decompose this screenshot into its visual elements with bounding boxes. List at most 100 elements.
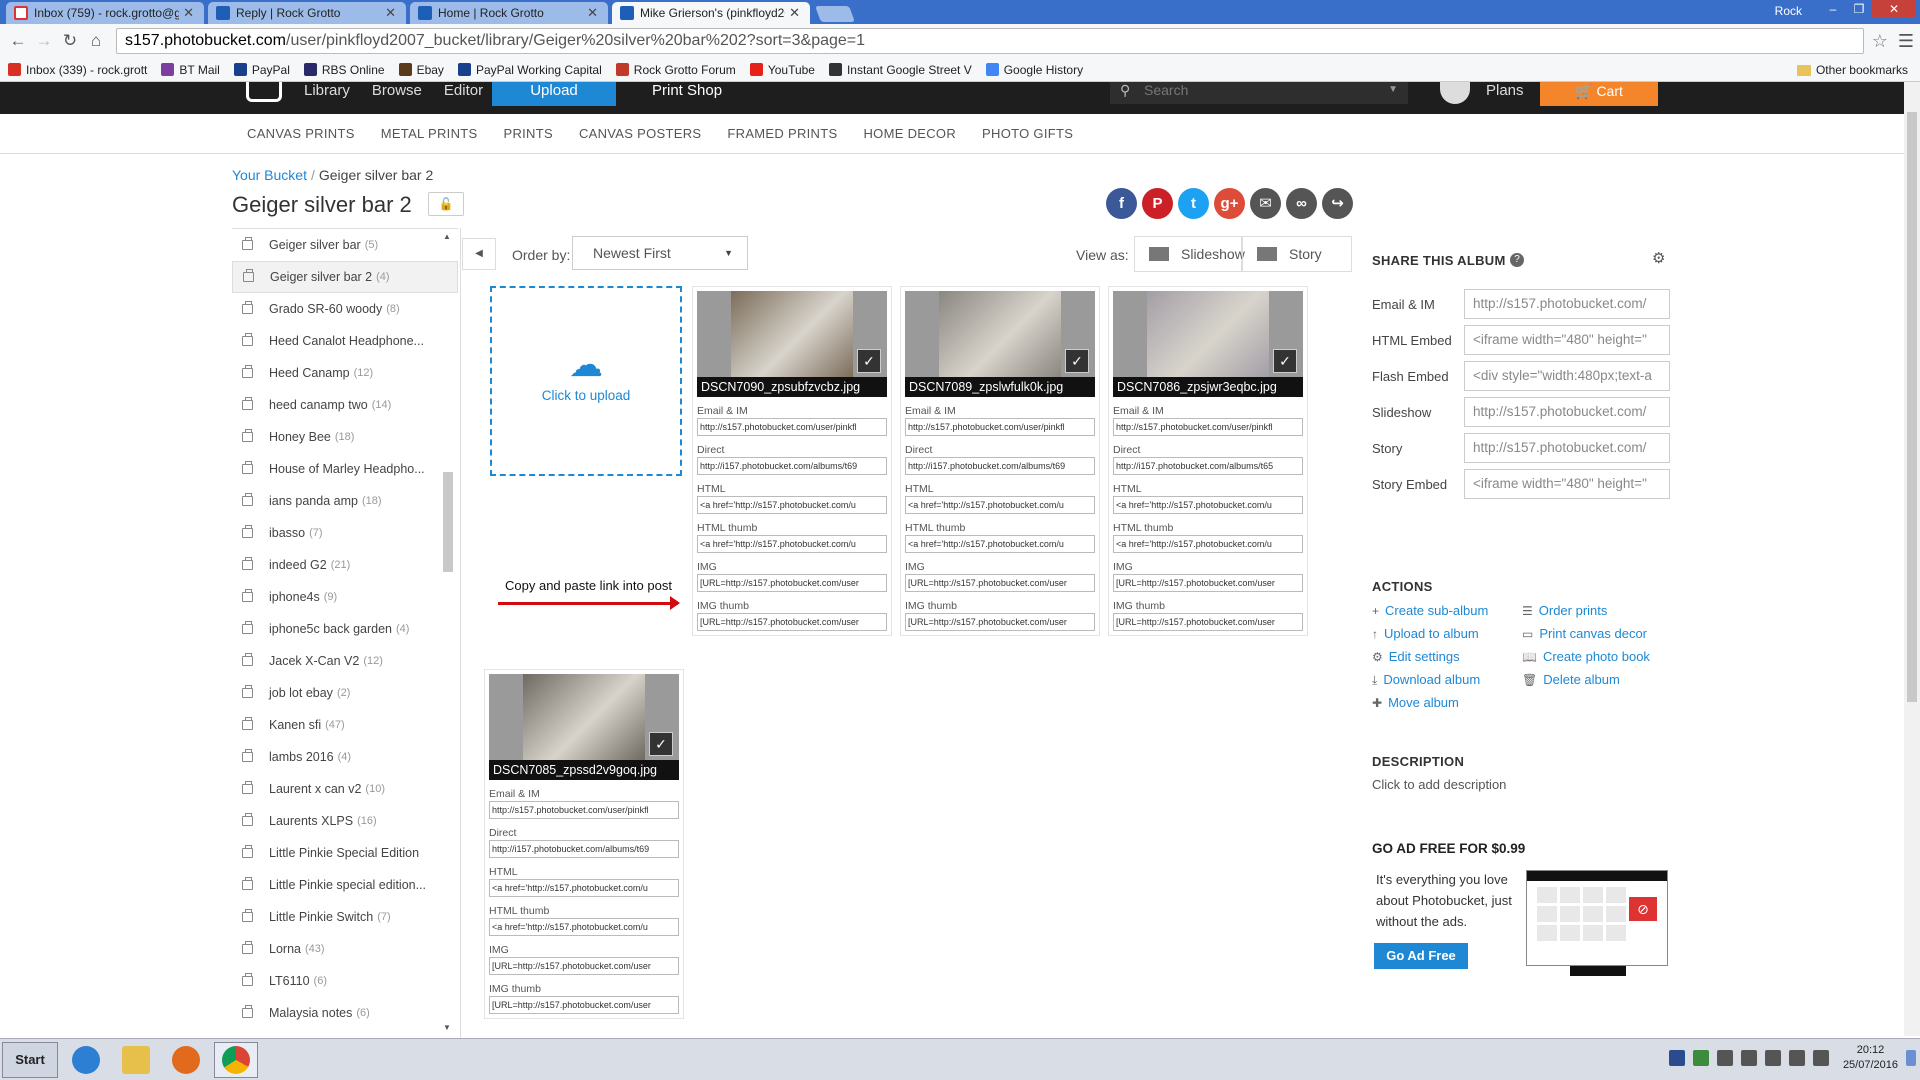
- album-list-item[interactable]: Laurents XLPS (16): [232, 805, 458, 837]
- link-field-input[interactable]: http://s157.photobucket.com/user/pinkfl: [1113, 418, 1303, 436]
- album-list-item[interactable]: Jacek X-Can V2 (12): [232, 645, 458, 677]
- forward-arrow-icon[interactable]: →: [32, 31, 56, 51]
- tray-device-icon[interactable]: [1764, 1050, 1781, 1066]
- album-list-item[interactable]: Laurent x can v2 (10): [232, 773, 458, 805]
- page-scrollbar-thumb[interactable]: [1907, 112, 1917, 702]
- unlock-icon[interactable]: 🔓: [428, 192, 464, 216]
- share-icon[interactable]: ↪: [1322, 188, 1353, 219]
- bookmark-item[interactable]: BT Mail: [161, 63, 220, 77]
- nav-browse[interactable]: Browse: [372, 82, 422, 99]
- album-list-item[interactable]: Geiger silver bar (5): [232, 229, 458, 261]
- start-button[interactable]: Start: [2, 1041, 58, 1078]
- google-plus-icon[interactable]: g+: [1214, 188, 1245, 219]
- link-field-input[interactable]: <a href='http://s157.photobucket.com/u: [1113, 496, 1303, 514]
- link-field-input[interactable]: [URL=http://s157.photobucket.com/user: [489, 957, 679, 975]
- album-list-item[interactable]: LT6110 (6): [232, 965, 458, 997]
- link-icon[interactable]: ∞: [1286, 188, 1317, 219]
- album-list-item[interactable]: Malaysia notes (6): [232, 997, 458, 1029]
- photobucket-logo[interactable]: [246, 82, 282, 102]
- link-field-input[interactable]: [URL=http://s157.photobucket.com/user: [1113, 613, 1303, 631]
- bookmark-star-icon[interactable]: ☆: [1872, 31, 1888, 52]
- bookmark-item[interactable]: PayPal Working Capital: [457, 63, 602, 77]
- album-list-item[interactable]: Little Pinkie Switch (7): [232, 901, 458, 933]
- link-field-input[interactable]: [URL=http://s157.photobucket.com/user: [697, 613, 887, 631]
- tab-close-icon[interactable]: ✕: [587, 5, 598, 21]
- link-field-input[interactable]: [URL=http://s157.photobucket.com/user: [905, 613, 1095, 631]
- browser-tab[interactable]: Mike Grierson's (pinkfloyd20 ✕: [612, 2, 810, 24]
- twitter-icon[interactable]: t: [1178, 188, 1209, 219]
- go-ad-free-button[interactable]: Go Ad Free: [1374, 943, 1468, 969]
- album-list-item[interactable]: Little Pinkie Special Edition: [232, 837, 458, 869]
- page-scrollbar[interactable]: [1904, 82, 1920, 1036]
- download-album-link[interactable]: ⤓ Download album: [1372, 672, 1480, 688]
- bookmark-item[interactable]: Instant Google Street V: [828, 63, 972, 77]
- share-code-input[interactable]: http://s157.photobucket.com/: [1464, 433, 1670, 463]
- album-list-item[interactable]: Lorna (43): [232, 933, 458, 965]
- subnav-item[interactable]: HOME DECOR: [863, 126, 956, 141]
- edit-settings-link[interactable]: ⚙ Edit settings: [1372, 649, 1460, 664]
- upload-dropzone[interactable]: ☁ Click to upload: [490, 286, 682, 476]
- link-field-input[interactable]: [URL=http://s157.photobucket.com/user: [489, 996, 679, 1014]
- subnav-item[interactable]: PRINTS: [503, 126, 552, 141]
- pinterest-icon[interactable]: P: [1142, 188, 1173, 219]
- link-field-input[interactable]: <a href='http://s157.photobucket.com/u: [697, 496, 887, 514]
- select-check-icon[interactable]: ✓: [857, 349, 881, 373]
- photo-thumbnail[interactable]: DSCN7090_zpsubfzvcbz.jpg ✓: [697, 291, 887, 397]
- chrome-icon[interactable]: [214, 1041, 258, 1078]
- select-check-icon[interactable]: ✓: [649, 732, 673, 756]
- print-canvas-decor-link[interactable]: ▭ Print canvas decor: [1522, 626, 1647, 641]
- clock[interactable]: 20:12 25/07/2016: [1843, 1043, 1898, 1073]
- select-check-icon[interactable]: ✓: [1273, 349, 1297, 373]
- collapse-sidebar-button[interactable]: ◀: [462, 238, 496, 270]
- subnav-item[interactable]: METAL PRINTS: [381, 126, 478, 141]
- email-icon[interactable]: ✉: [1250, 188, 1281, 219]
- order-by-select[interactable]: Newest First ▼: [572, 236, 748, 270]
- link-field-input[interactable]: http://i157.photobucket.com/albums/t69: [697, 457, 887, 475]
- add-description-link[interactable]: Click to add description: [1372, 777, 1506, 792]
- explorer-folder-icon[interactable]: [114, 1042, 158, 1078]
- select-check-icon[interactable]: ✓: [1065, 349, 1089, 373]
- tab-close-icon[interactable]: ✕: [385, 5, 396, 21]
- new-tab-button[interactable]: [815, 6, 855, 22]
- order-prints-link[interactable]: ☰ Order prints: [1522, 603, 1607, 618]
- create-photo-book-link[interactable]: 📖 Create photo book: [1522, 649, 1650, 664]
- link-field-input[interactable]: <a href='http://s157.photobucket.com/u: [489, 918, 679, 936]
- show-desktop-button[interactable]: [1906, 1050, 1916, 1066]
- nvidia-icon[interactable]: [1692, 1050, 1709, 1066]
- link-field-input[interactable]: http://i157.photobucket.com/albums/t69: [489, 840, 679, 858]
- album-list-item[interactable]: lambs 2016 (4): [232, 741, 458, 773]
- url-input[interactable]: s157.photobucket.com/user/pinkfloyd2007_…: [116, 28, 1864, 54]
- photo-image[interactable]: [1147, 291, 1269, 377]
- album-list-item[interactable]: Grado SR-60 woody (8): [232, 293, 458, 325]
- album-list-scrollbar[interactable]: ▲ ▼: [440, 232, 456, 1032]
- bookmark-item[interactable]: PayPal: [233, 63, 290, 77]
- album-list-item[interactable]: Geiger silver bar 2 (4): [232, 261, 458, 293]
- link-field-input[interactable]: <a href='http://s157.photobucket.com/u: [1113, 535, 1303, 553]
- album-list-item[interactable]: iphone4s (9): [232, 581, 458, 613]
- album-list-item[interactable]: iphone5c back garden (4): [232, 613, 458, 645]
- photo-thumbnail[interactable]: DSCN7089_zpslwfulk0k.jpg ✓: [905, 291, 1095, 397]
- share-code-input[interactable]: <div style="width:480px;text-a: [1464, 361, 1670, 391]
- minimize-icon[interactable]: –: [1820, 0, 1846, 18]
- delete-album-link[interactable]: 🗑 Delete album: [1522, 672, 1620, 687]
- bookmark-item[interactable]: Google History: [985, 63, 1083, 77]
- chrome-menu-icon[interactable]: ☰: [1898, 31, 1914, 52]
- facebook-icon[interactable]: f: [1106, 188, 1137, 219]
- bookmark-item[interactable]: Rock Grotto Forum: [615, 63, 736, 77]
- subnav-item[interactable]: CANVAS POSTERS: [579, 126, 701, 141]
- link-field-input[interactable]: http://s157.photobucket.com/user/pinkfl: [697, 418, 887, 436]
- link-field-input[interactable]: <a href='http://s157.photobucket.com/u: [905, 496, 1095, 514]
- maximize-icon[interactable]: ❐: [1846, 0, 1872, 18]
- album-list-item[interactable]: ians panda amp (18): [232, 485, 458, 517]
- move-album-link[interactable]: ✚ Move album: [1372, 695, 1459, 710]
- album-list-item[interactable]: Heed Canamp (12): [232, 357, 458, 389]
- tab-close-icon[interactable]: ✕: [789, 5, 800, 21]
- flag-icon[interactable]: [1740, 1050, 1757, 1066]
- plans-link[interactable]: Plans: [1486, 82, 1524, 99]
- print-shop-link[interactable]: Print Shop: [652, 82, 722, 99]
- upload-button[interactable]: Upload: [492, 82, 616, 106]
- photo-thumbnail[interactable]: DSCN7086_zpsjwr3eqbc.jpg ✓: [1113, 291, 1303, 397]
- link-field-input[interactable]: [URL=http://s157.photobucket.com/user: [1113, 574, 1303, 592]
- nav-library[interactable]: Library: [304, 82, 350, 99]
- create-sub-album-link[interactable]: + Create sub-album: [1372, 603, 1488, 618]
